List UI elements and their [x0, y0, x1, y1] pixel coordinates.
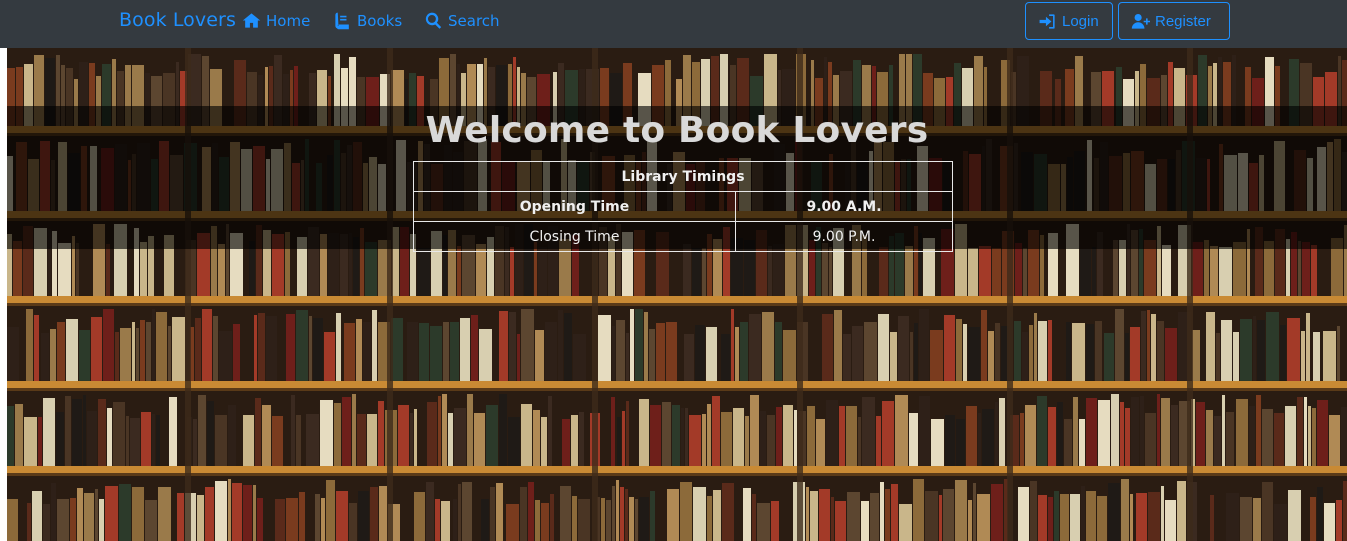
user-plus-icon	[1131, 13, 1150, 29]
table-row: Opening Time 9.00 A.M.	[413, 191, 953, 222]
home-icon	[242, 13, 261, 28]
table-row: Closing Time 9.00 P.M.	[413, 221, 953, 252]
top-navbar: Book Lovers Home Books Search Login Regi…	[0, 0, 1347, 48]
sign-in-icon	[1039, 13, 1055, 29]
table-header-row: Library Timings	[413, 161, 953, 192]
register-button[interactable]: Register	[1118, 2, 1230, 40]
login-button[interactable]: Login	[1025, 2, 1113, 40]
brand-link[interactable]: Book Lovers	[119, 9, 236, 31]
nav-search-link[interactable]: Search	[424, 11, 500, 30]
opening-time-value: 9.00 A.M.	[735, 191, 953, 222]
library-timings-table: Library Timings Opening Time 9.00 A.M. C…	[413, 161, 953, 252]
book-icon	[335, 12, 349, 30]
nav-home-label: Home	[266, 11, 311, 30]
closing-time-label: Closing Time	[413, 221, 736, 252]
closing-time-value: 9.00 P.M.	[735, 221, 953, 252]
nav-books-label: Books	[357, 11, 403, 30]
nav-books-link[interactable]: Books	[333, 11, 402, 30]
opening-time-label: Opening Time	[413, 191, 736, 222]
nav-search-label: Search	[448, 11, 500, 30]
nav-home-link[interactable]: Home	[242, 11, 310, 30]
login-label: Login	[1062, 12, 1099, 30]
page-title: Welcome to Book Lovers	[425, 110, 929, 151]
register-label: Register	[1155, 12, 1211, 30]
search-icon	[425, 12, 442, 29]
table-header: Library Timings	[413, 161, 953, 192]
